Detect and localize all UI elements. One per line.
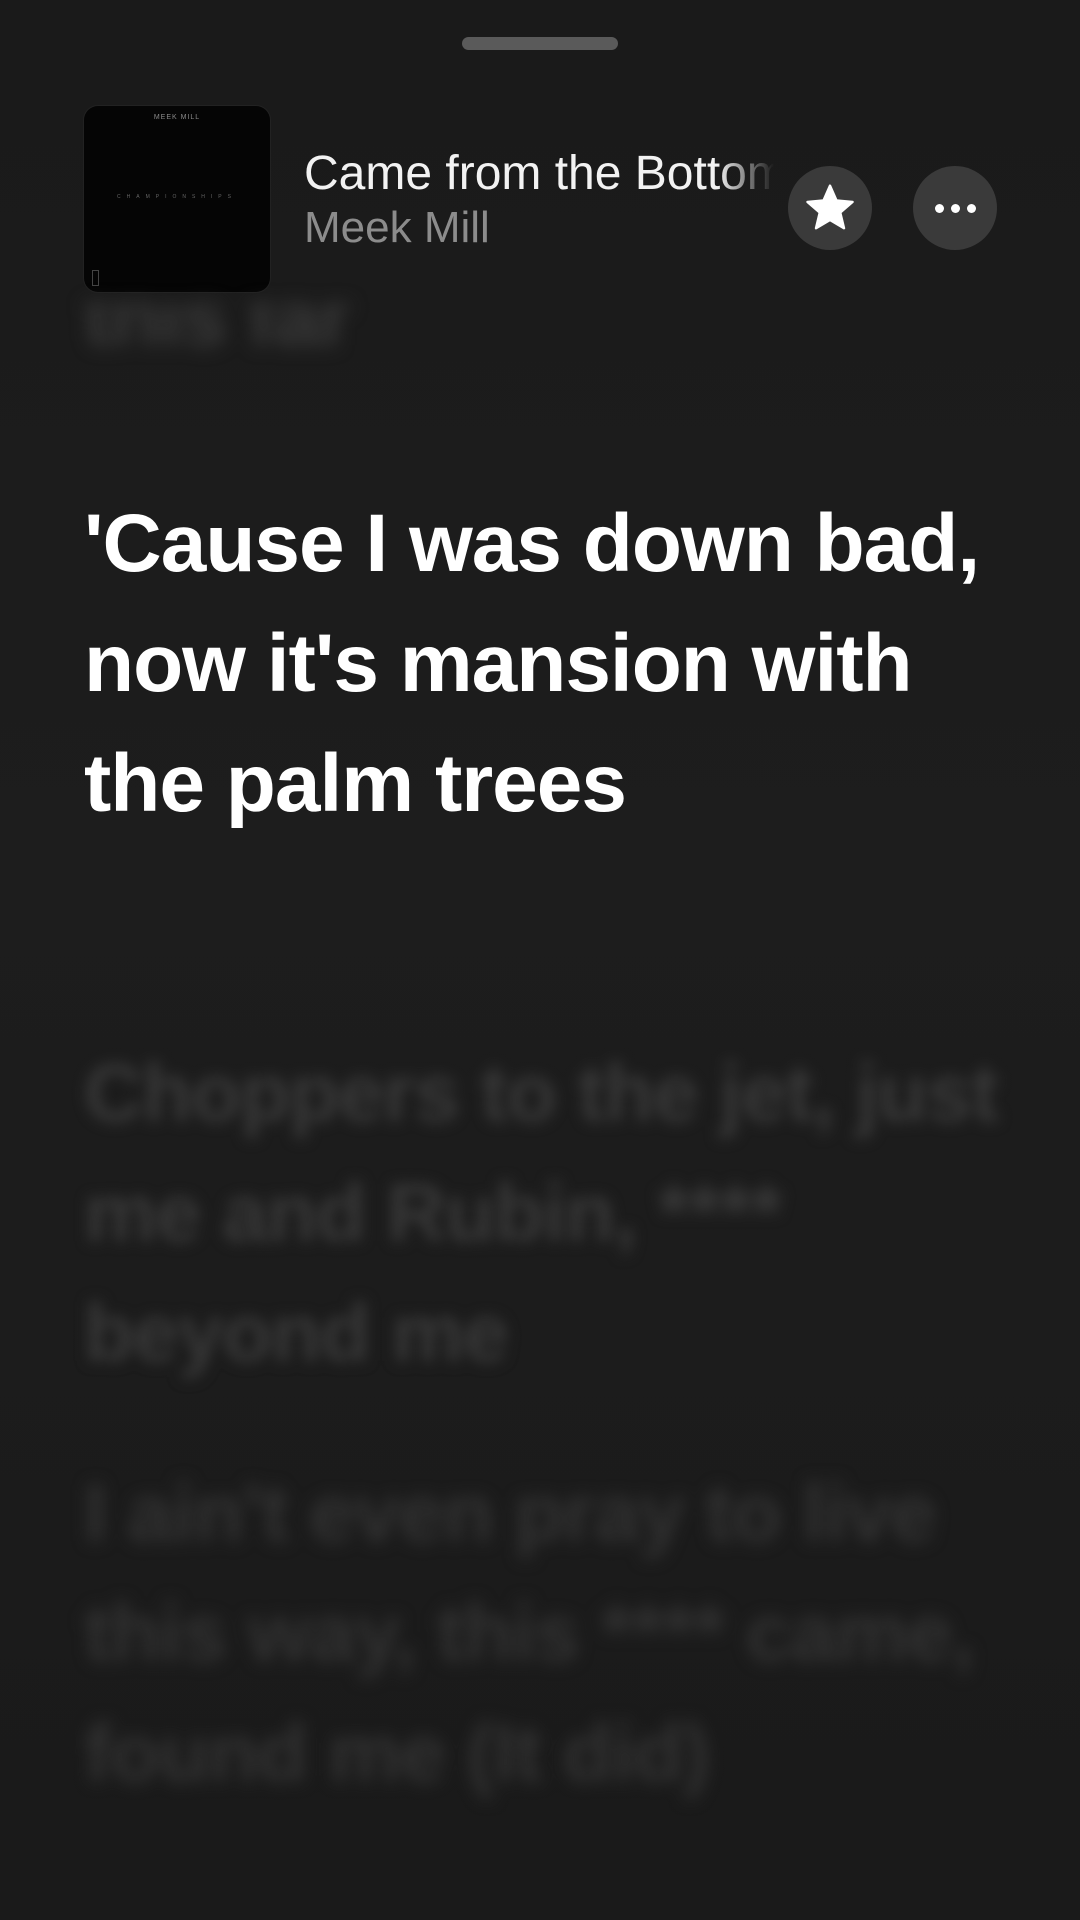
- lyric-line-current[interactable]: 'Cause I was down bad, now it's mansion …: [84, 484, 1014, 844]
- track-info[interactable]: Came from the Bottom Meek Mill: [304, 146, 774, 256]
- album-art-center-text: CHAMPIONSHIPS: [117, 194, 237, 200]
- ellipsis-icon: [934, 203, 976, 213]
- lyric-line-next[interactable]: I ain't even pray to live this way, this…: [84, 1454, 1014, 1814]
- lyric-line-previous[interactable]: this far: [84, 304, 1014, 404]
- sheet-grabber[interactable]: [462, 37, 618, 50]
- lyric-previous-text: this far: [84, 304, 350, 363]
- album-art-top-text: MEEK MILL: [153, 114, 201, 121]
- lyrics-screen: MEEK MILL CHAMPIONSHIPS Came from the Bo…: [0, 0, 1080, 1920]
- lyric-line-next[interactable]: Choppers to the jet, just me and Rubin, …: [84, 1034, 1014, 1394]
- star-icon: [806, 184, 854, 230]
- now-playing-header: MEEK MILL CHAMPIONSHIPS Came from the Bo…: [0, 100, 1080, 300]
- more-options-button[interactable]: [913, 166, 997, 250]
- album-art[interactable]: MEEK MILL CHAMPIONSHIPS: [84, 106, 270, 292]
- song-title: Came from the Bottom: [304, 147, 774, 200]
- artist-name: Meek Mill: [304, 203, 490, 252]
- favorite-button[interactable]: [788, 166, 872, 250]
- album-art-mark: [92, 270, 99, 286]
